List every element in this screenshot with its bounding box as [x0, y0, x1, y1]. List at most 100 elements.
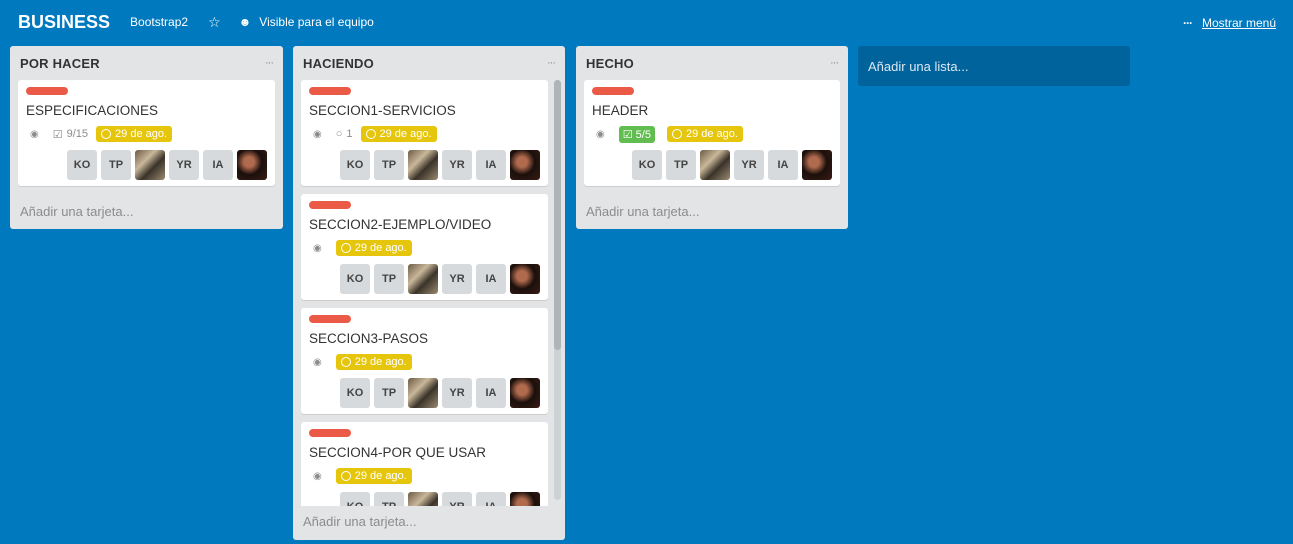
card[interactable]: SECCION2-EJEMPLO/VIDEO ◉ 29 de ago. KO T…: [301, 194, 548, 300]
watch-badge: ◉: [309, 471, 328, 482]
card-title: HEADER: [592, 103, 649, 118]
due-badge: 29 de ago.: [666, 126, 743, 142]
team-icon: ☻: [238, 15, 252, 29]
eye-icon: ◉: [30, 128, 39, 140]
avatar[interactable]: YR: [169, 150, 199, 180]
add-list-button[interactable]: Añadir una lista...: [858, 46, 1130, 86]
add-card-button[interactable]: Añadir una tarjeta...: [293, 506, 565, 540]
avatar[interactable]: YR: [442, 264, 472, 294]
avatar[interactable]: IA: [476, 150, 506, 180]
avatar[interactable]: KO: [67, 150, 97, 180]
avatar[interactable]: TP: [374, 378, 404, 408]
watch-badge: ◉: [309, 129, 328, 140]
avatar-photo[interactable]: [408, 150, 438, 180]
show-menu-link[interactable]: Mostrar menú: [1202, 16, 1276, 30]
avatar[interactable]: YR: [442, 150, 472, 180]
due-date: 29 de ago.: [115, 128, 168, 140]
star-icon[interactable]: ☆: [208, 14, 221, 31]
avatar[interactable]: KO: [340, 378, 370, 408]
checklist-badge: ☑ 5/5: [618, 125, 659, 143]
watch-badge: ◉: [309, 357, 328, 368]
card-label: [309, 201, 351, 209]
clock-icon: [340, 243, 351, 253]
board-header: BUSINESS Bootstrap2 ☆ ☻ Visible para el …: [0, 0, 1293, 44]
list-title[interactable]: HACIENDO: [303, 56, 374, 71]
avatar[interactable]: TP: [374, 150, 404, 180]
avatar[interactable]: IA: [768, 150, 798, 180]
add-card-button[interactable]: Añadir una tarjeta...: [10, 194, 283, 228]
avatar[interactable]: KO: [632, 150, 662, 180]
card[interactable]: ESPECIFICACIONES ◉ ☑ 9/15 29 de ago. KO T…: [18, 80, 275, 186]
avatar-photo[interactable]: [802, 150, 832, 180]
avatar[interactable]: YR: [442, 378, 472, 408]
avatar[interactable]: IA: [476, 378, 506, 408]
card[interactable]: SECCION4-POR QUE USAR ◉ 29 de ago. KO TP…: [301, 422, 548, 506]
avatar[interactable]: TP: [374, 492, 404, 506]
avatar-photo[interactable]: [408, 492, 438, 506]
list-title[interactable]: HECHO: [586, 56, 634, 71]
board-title[interactable]: BUSINESS: [18, 12, 110, 33]
list-menu-icon[interactable]: ···: [265, 57, 274, 69]
avatar[interactable]: TP: [666, 150, 696, 180]
avatar-photo[interactable]: [408, 264, 438, 294]
list-header: HACIENDO ···: [293, 46, 565, 80]
due-date: 29 de ago.: [354, 242, 407, 254]
menu-dots-icon[interactable]: ···: [1183, 16, 1193, 30]
avatar[interactable]: YR: [442, 492, 472, 506]
list-header: POR HACER ···: [10, 46, 283, 80]
visibility-button[interactable]: Visible para el equipo: [259, 15, 374, 29]
avatar[interactable]: IA: [476, 264, 506, 294]
avatar[interactable]: TP: [101, 150, 131, 180]
due-badge: 29 de ago.: [335, 354, 412, 370]
eye-icon: ◉: [596, 128, 605, 140]
add-card-button[interactable]: Añadir una tarjeta...: [576, 194, 848, 228]
avatar-photo[interactable]: [408, 378, 438, 408]
eye-icon: ◉: [313, 128, 322, 140]
list-menu-icon[interactable]: ···: [830, 57, 839, 69]
comment-icon: ○: [335, 128, 343, 140]
card-members: KO TP YR IA: [26, 150, 267, 180]
avatar-photo[interactable]: [510, 492, 540, 506]
card-label: [592, 87, 634, 95]
avatar[interactable]: IA: [203, 150, 233, 180]
checklist-count: 9/15: [66, 128, 89, 140]
avatar-photo[interactable]: [237, 150, 267, 180]
avatar-photo[interactable]: [700, 150, 730, 180]
due-date: 29 de ago.: [354, 356, 407, 368]
list-menu-icon[interactable]: ···: [547, 57, 556, 69]
avatar-photo[interactable]: [510, 264, 540, 294]
avatar[interactable]: YR: [734, 150, 764, 180]
watch-badge: ◉: [309, 243, 328, 254]
card[interactable]: SECCION1-SERVICIOS ◉ ○ 1 29 de ago. KO TP…: [301, 80, 548, 186]
avatar[interactable]: IA: [476, 492, 506, 506]
avatar[interactable]: KO: [340, 264, 370, 294]
due-badge: 29 de ago.: [335, 240, 412, 256]
card-badges: ◉ 29 de ago.: [309, 466, 540, 486]
card-title: SECCION1-SERVICIOS: [309, 103, 456, 118]
avatar[interactable]: KO: [340, 150, 370, 180]
avatar[interactable]: TP: [374, 264, 404, 294]
due-badge: 29 de ago.: [335, 468, 412, 484]
list-title[interactable]: POR HACER: [20, 56, 100, 71]
clock-icon: [671, 129, 682, 139]
avatar-photo[interactable]: [510, 378, 540, 408]
watch-badge: ◉: [592, 129, 611, 140]
clock-icon: [101, 129, 112, 139]
card-members: KO TP YR IA: [309, 378, 540, 408]
due-date: 29 de ago.: [354, 470, 407, 482]
scroll-thumb[interactable]: [554, 80, 561, 350]
watch-badge: ◉: [26, 129, 45, 140]
list-cards: HEADER ◉ ☑ 5/5 29 de ago. KO TP YR IA: [576, 80, 848, 186]
card[interactable]: HEADER ◉ ☑ 5/5 29 de ago. KO TP YR IA: [584, 80, 840, 186]
list-por-hacer: POR HACER ··· ESPECIFICACIONES ◉ ☑ 9/15 2…: [10, 46, 283, 229]
checklist-icon: ☑: [52, 128, 63, 141]
card[interactable]: SECCION3-PASOS ◉ 29 de ago. KO TP YR IA: [301, 308, 548, 414]
card-title: SECCION4-POR QUE USAR: [309, 445, 487, 460]
board-org[interactable]: Bootstrap2: [130, 15, 188, 29]
avatar[interactable]: KO: [340, 492, 370, 506]
card-members: KO TP YR IA: [309, 492, 540, 506]
list-haciendo: HACIENDO ··· SECCION1-SERVICIOS ◉ ○ 1 29 …: [293, 46, 565, 540]
avatar-photo[interactable]: [510, 150, 540, 180]
scrollbar[interactable]: [554, 80, 561, 500]
avatar-photo[interactable]: [135, 150, 165, 180]
